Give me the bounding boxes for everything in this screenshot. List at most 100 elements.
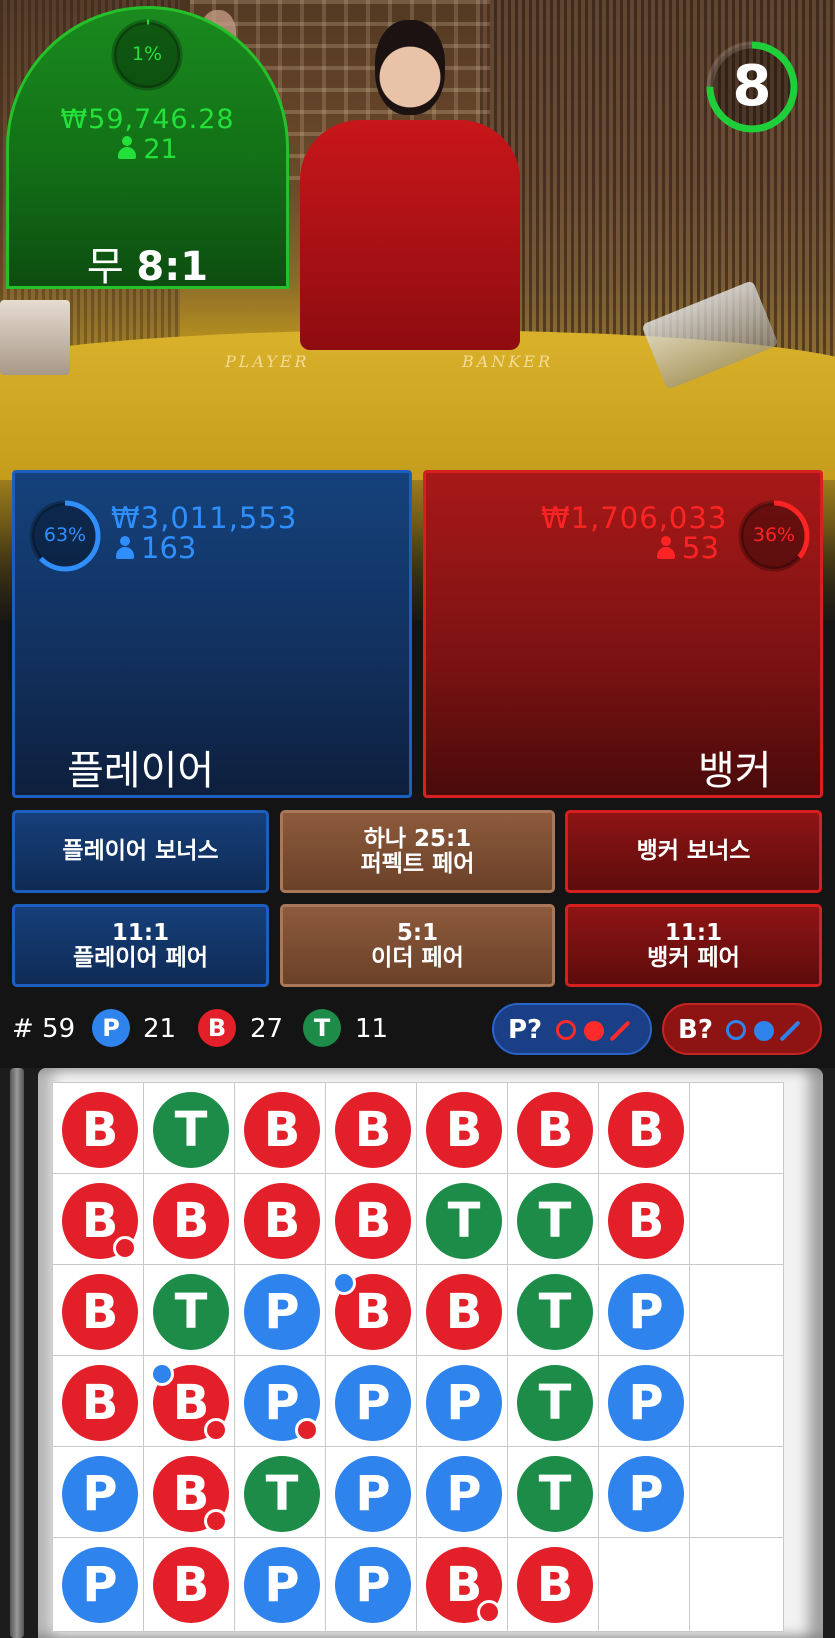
bead-cell: B bbox=[325, 1264, 420, 1359]
player-bead: P bbox=[335, 1547, 411, 1623]
player-bead: P bbox=[608, 1274, 684, 1350]
bead-cell: P bbox=[52, 1537, 147, 1632]
person-icon bbox=[117, 136, 137, 160]
player-percent-label: 63% bbox=[43, 524, 87, 546]
banker-label: 뱅커 bbox=[698, 748, 772, 794]
bead-road[interactable]: BBBBPPTBTBBBBBPPTPBBBPPPBTBPPBBTTTTBBBPP… bbox=[38, 1068, 823, 1638]
bead-cell: B bbox=[325, 1082, 420, 1177]
slash-icon bbox=[779, 1020, 801, 1042]
player-prediction-button[interactable]: P? bbox=[492, 1003, 652, 1055]
bead-cell: B bbox=[143, 1355, 238, 1450]
bead-cell: P bbox=[416, 1355, 511, 1450]
bead-cell: B bbox=[416, 1264, 511, 1359]
bead-cell: T bbox=[507, 1173, 602, 1268]
bead-cell: P bbox=[416, 1446, 511, 1541]
player-bead: P bbox=[62, 1547, 138, 1623]
slash-icon bbox=[609, 1020, 631, 1042]
banker-bonus-button[interactable]: 뱅커 보너스 bbox=[565, 810, 822, 893]
either-pair-label: 이더 페어 bbox=[371, 944, 464, 971]
card-shoe bbox=[0, 300, 70, 375]
bead-cell: P bbox=[234, 1264, 329, 1359]
bead-cell: B bbox=[507, 1082, 602, 1177]
player-wins-count: 21 bbox=[143, 1014, 177, 1044]
bead-cell: T bbox=[416, 1173, 511, 1268]
banker-bead: B bbox=[244, 1092, 320, 1168]
bead-cell bbox=[689, 1173, 784, 1268]
solid-circle-icon bbox=[584, 1021, 604, 1041]
bead-cell: P bbox=[325, 1446, 420, 1541]
round-number: # 59 bbox=[12, 1014, 76, 1044]
bead-cell: T bbox=[507, 1446, 602, 1541]
tie-count-badge: T bbox=[303, 1009, 341, 1047]
solid-circle-icon bbox=[754, 1021, 774, 1041]
tie-bead: T bbox=[244, 1456, 320, 1532]
banker-bead: B bbox=[426, 1274, 502, 1350]
banker-count: 53 bbox=[656, 531, 719, 565]
tie-bead: T bbox=[517, 1365, 593, 1441]
bead-cell: T bbox=[143, 1082, 238, 1177]
banker-bead: B bbox=[153, 1183, 229, 1259]
banker-pair-dot bbox=[204, 1509, 228, 1533]
bead-cell bbox=[689, 1446, 784, 1541]
bead-cell: B bbox=[143, 1537, 238, 1632]
player-wins-badge: P bbox=[92, 1009, 130, 1047]
banker-pair-label: 뱅커 페어 bbox=[647, 944, 740, 971]
bead-cell: P bbox=[234, 1355, 329, 1450]
player-bead: P bbox=[335, 1365, 411, 1441]
banker-bet-area[interactable]: ₩1,706,033 53 36% 뱅커 bbox=[423, 470, 823, 798]
perfect-pair-odds: 하나 25:1 bbox=[363, 825, 472, 852]
banker-prediction-button[interactable]: B? bbox=[662, 1003, 822, 1055]
bead-cell: P bbox=[325, 1537, 420, 1632]
bead-cell: B bbox=[52, 1355, 147, 1450]
player-bonus-button[interactable]: 플레이어 보너스 bbox=[12, 810, 269, 893]
table-banker-label: BANKER bbox=[462, 352, 553, 371]
player-pair-odds: 11:1 bbox=[111, 919, 170, 946]
player-bead: P bbox=[426, 1456, 502, 1532]
tie-count-value: 11 bbox=[355, 1014, 389, 1044]
banker-bead: B bbox=[244, 1183, 320, 1259]
tie-bead: T bbox=[153, 1092, 229, 1168]
roadmap-panel: BBBBPPTBTBBBBBPPTPBBBPPPBTBPPBBTTTTBBBPP… bbox=[0, 1068, 835, 1638]
player-pair-dot bbox=[150, 1362, 174, 1386]
perfect-pair-button[interactable]: 하나 25:1 퍼펙트 페어 bbox=[280, 810, 555, 893]
bead-cell: P bbox=[325, 1355, 420, 1450]
hollow-circle-icon bbox=[556, 1020, 576, 1040]
bead-cell: B bbox=[416, 1082, 511, 1177]
bead-cell: T bbox=[234, 1446, 329, 1541]
bead-cell: B bbox=[52, 1082, 147, 1177]
player-bet-area[interactable]: 63% ₩3,011,553 163 플레이어 bbox=[12, 470, 412, 798]
banker-pair-odds: 11:1 bbox=[664, 919, 723, 946]
bead-cell bbox=[689, 1537, 784, 1632]
person-icon bbox=[656, 536, 676, 560]
player-label: 플레이어 bbox=[67, 748, 215, 794]
player-bead: P bbox=[335, 1456, 411, 1532]
bead-cell: B bbox=[143, 1173, 238, 1268]
banker-bonus-label: 뱅커 보너스 bbox=[636, 838, 751, 864]
player-pair-button[interactable]: 11:1 플레이어 페어 bbox=[12, 904, 269, 987]
banker-pair-button[interactable]: 11:1 뱅커 페어 bbox=[565, 904, 822, 987]
bead-cell: B bbox=[325, 1173, 420, 1268]
banker-bead: B bbox=[608, 1183, 684, 1259]
either-pair-button[interactable]: 5:1 이더 페어 bbox=[280, 904, 555, 987]
player-total-amount: ₩3,011,553 bbox=[111, 501, 298, 535]
banker-percent-ring: 36% bbox=[736, 498, 812, 574]
tie-bead: T bbox=[517, 1274, 593, 1350]
bead-cell: B bbox=[52, 1264, 147, 1359]
banker-bead: B bbox=[335, 1092, 411, 1168]
dealer bbox=[300, 20, 520, 350]
player-bead: P bbox=[244, 1274, 320, 1350]
tie-bet-inner: 1% ₩59,746.28 21 무 8:1 bbox=[6, 6, 289, 290]
banker-bead: B bbox=[62, 1274, 138, 1350]
tie-percent-label: 1% bbox=[131, 43, 163, 65]
bead-cell: T bbox=[507, 1264, 602, 1359]
table-player-label: PLAYER bbox=[225, 352, 310, 371]
banker-bead: B bbox=[335, 1183, 411, 1259]
bead-cell: B bbox=[507, 1537, 602, 1632]
player-bead: P bbox=[62, 1456, 138, 1532]
banker-bead: B bbox=[426, 1092, 502, 1168]
roadmap-scroll-handle[interactable] bbox=[10, 1068, 24, 1638]
either-pair-odds: 5:1 bbox=[396, 919, 439, 946]
perfect-pair-label: 퍼펙트 페어 bbox=[360, 850, 475, 877]
bead-cell: P bbox=[598, 1446, 693, 1541]
bead-cell: B bbox=[234, 1173, 329, 1268]
